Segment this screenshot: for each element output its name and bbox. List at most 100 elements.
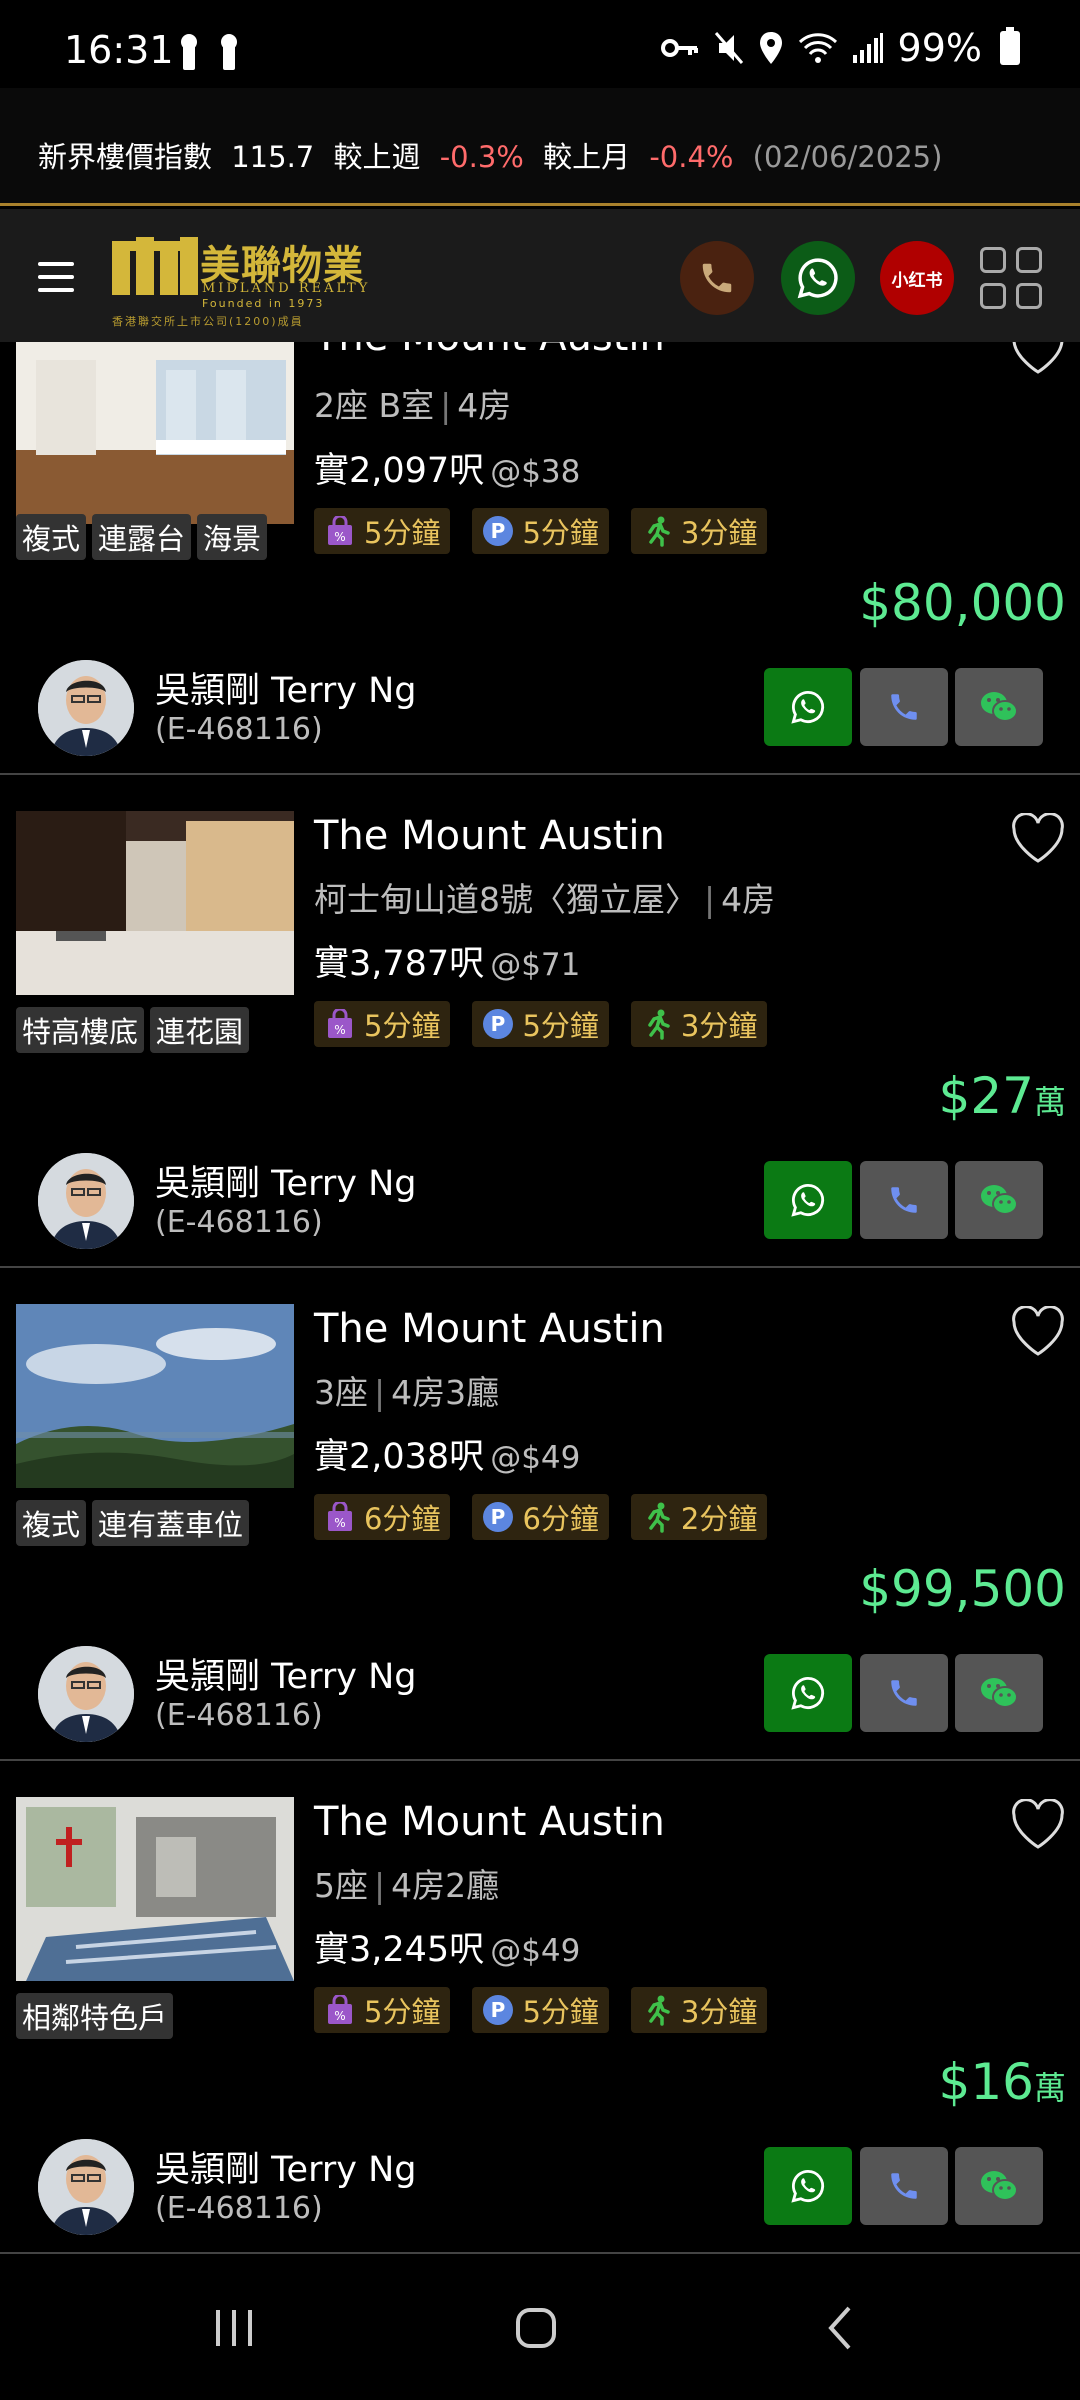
shopping-distance-chip: % 5分鐘 xyxy=(314,508,451,554)
listing-card[interactable]: The Mount Austin 2座 B室|4房 實2,097呎@$38 %5… xyxy=(0,342,1080,775)
agent-wechat-button[interactable] xyxy=(955,668,1043,746)
agent-whatsapp-button[interactable] xyxy=(764,668,852,746)
listing-unit-price: @$49 xyxy=(490,1933,581,1969)
listing-tag: 相鄰特色戶 xyxy=(16,1993,174,2039)
agent-call-button[interactable] xyxy=(860,2147,948,2225)
logo-mark xyxy=(112,237,198,295)
shopping-bag-icon: % xyxy=(328,1502,352,1531)
listing-card[interactable]: The Mount Austin 柯士甸山道8號〈獨立屋〉 | 4房 實3,787呎… xyxy=(0,775,1080,1268)
logo-english: MIDLAND REALTY xyxy=(202,281,371,296)
ticker-text: 新界樓價指數 115.7 較上週 -0.3% 較上月 -0.4% (02/06/… xyxy=(38,134,952,176)
listing-meta: 柯士甸山道8號〈獨立屋〉 | 4房 xyxy=(314,880,776,919)
svg-text:P: P xyxy=(491,1012,506,1036)
hamburger-menu-icon[interactable] xyxy=(38,262,74,292)
back-chevron-icon xyxy=(828,2306,851,2350)
header-whatsapp-button[interactable] xyxy=(781,241,855,315)
mute-icon xyxy=(714,32,743,64)
ticker-label: 新界樓價指數 xyxy=(38,140,213,174)
agent-license: (E-468116) xyxy=(155,712,323,747)
listing-photo-image xyxy=(16,1797,294,1981)
shopping-distance: 5分鐘 xyxy=(364,516,441,550)
price-index-ticker[interactable]: 新界樓價指數 115.7 較上週 -0.3% 較上月 -0.4% (02/06/… xyxy=(0,88,1080,206)
listing-title[interactable]: The Mount Austin xyxy=(314,1799,665,1845)
agent-whatsapp-button[interactable] xyxy=(764,2147,852,2225)
shopping-bag-icon: % xyxy=(328,1009,352,1038)
agent-avatar[interactable] xyxy=(38,660,134,756)
agent-avatar[interactable] xyxy=(38,1646,134,1742)
listing-photo[interactable] xyxy=(16,1304,294,1488)
logo-founded: Founded in 1973 xyxy=(202,297,325,310)
parking-distance-chip: P 6分鐘 xyxy=(472,1494,609,1540)
listing-title[interactable]: The Mount Austin xyxy=(314,1306,665,1352)
whatsapp-icon xyxy=(791,1676,825,1710)
svg-text:P: P xyxy=(491,1998,506,2022)
listing-meta: 2座 B室 | 4房 xyxy=(314,386,512,425)
phone-icon xyxy=(891,1680,917,1706)
agent-name[interactable]: 吳頴剛 Terry Ng xyxy=(155,1155,417,1206)
listing-card[interactable]: The Mount Austin 3座 | 4房3廳 實2,038呎 @$49 % 6分… xyxy=(0,1268,1080,1761)
agent-wechat-button[interactable] xyxy=(955,1654,1043,1732)
header-call-button[interactable] xyxy=(680,241,754,315)
agent-name[interactable]: 吳頴剛 Terry Ng xyxy=(155,1648,417,1699)
home-icon xyxy=(516,2308,556,2348)
agent-name[interactable]: 吳頴剛 Terry Ng xyxy=(155,662,417,713)
price-value: $80,000 xyxy=(859,574,1066,632)
agent-call-button[interactable] xyxy=(860,1161,948,1239)
listing-photo[interactable] xyxy=(16,811,294,995)
agent-wechat-button[interactable] xyxy=(955,1161,1043,1239)
walking-icon xyxy=(648,516,670,547)
agent-whatsapp-button[interactable] xyxy=(764,1161,852,1239)
listing-area: 實3,245呎 @$49 xyxy=(314,1921,580,1972)
svg-text:%: % xyxy=(334,2009,345,2023)
wechat-icon xyxy=(981,2171,1018,2201)
midland-logo[interactable]: 美聯物業 MIDLAND REALTY Founded in 1973 香港聯交… xyxy=(112,233,372,328)
walking-icon xyxy=(648,1009,670,1040)
whatsapp-icon xyxy=(791,690,825,724)
agent-wechat-button[interactable] xyxy=(955,2147,1043,2225)
price-value: $16 xyxy=(938,2053,1034,2111)
price-unit: 萬 xyxy=(1033,1083,1066,1121)
recent-apps-button[interactable] xyxy=(194,2298,274,2358)
back-button[interactable] xyxy=(800,2298,880,2358)
listing-title[interactable]: The Mount Austin xyxy=(314,813,665,859)
agent-avatar[interactable] xyxy=(38,2139,134,2235)
listing-tag: 特高樓底 xyxy=(16,1007,145,1053)
listing-unit-price: @$71 xyxy=(490,947,581,983)
parking-icon: P xyxy=(483,1995,514,2025)
keyhole-icon xyxy=(178,34,200,70)
agent-license: (E-468116) xyxy=(155,1698,323,1733)
header-xiaohongshu-button[interactable]: 小红书 xyxy=(880,241,954,315)
parking-distance: 5分鐘 xyxy=(522,1995,599,2029)
agent-call-button[interactable] xyxy=(860,668,948,746)
agent-avatar[interactable] xyxy=(38,1153,134,1249)
svg-text:P: P xyxy=(491,1505,506,1529)
wechat-icon xyxy=(981,692,1018,722)
favorite-heart-icon[interactable] xyxy=(1010,1798,1066,1851)
agent-name[interactable]: 吳頴剛 Terry Ng xyxy=(155,2141,417,2192)
favorite-heart-icon[interactable] xyxy=(1010,812,1066,865)
ticker-month-label: 較上月 xyxy=(543,140,631,174)
listing-photo[interactable] xyxy=(16,1797,294,1981)
signal-icon xyxy=(852,33,883,63)
listing-distance-chips: % 5分鐘 P 5分鐘 3分鐘 xyxy=(314,1001,768,1047)
home-button[interactable] xyxy=(496,2298,576,2358)
agent-whatsapp-button[interactable] xyxy=(764,1654,852,1732)
listing-photo-image xyxy=(16,1304,294,1488)
listing-card[interactable]: The Mount Austin 5座 | 4房2廳 實3,245呎 @$49 % 5分… xyxy=(0,1761,1080,2254)
listing-tag: 連花園 xyxy=(150,1007,250,1053)
listing-tags: 特高樓底 連花園 xyxy=(16,1007,250,1053)
listing-size: 實2,097呎 xyxy=(314,451,485,491)
agent-call-button[interactable] xyxy=(860,1654,948,1732)
listing-tag: 連露台 xyxy=(92,514,192,560)
wechat-icon xyxy=(981,1185,1018,1215)
favorite-heart-icon[interactable] xyxy=(1010,1305,1066,1358)
apps-grid-icon[interactable] xyxy=(980,247,1044,311)
listing-photo-image xyxy=(16,811,294,995)
listing-block: 3座 xyxy=(314,1373,368,1412)
svg-text:%: % xyxy=(334,1023,345,1037)
listing-block: 2座 B室 xyxy=(314,386,435,425)
parking-icon: P xyxy=(483,1009,514,1039)
parking-icon: P xyxy=(483,516,514,546)
listing-photo[interactable] xyxy=(16,342,294,524)
shopping-distance: 5分鐘 xyxy=(364,1995,441,2029)
